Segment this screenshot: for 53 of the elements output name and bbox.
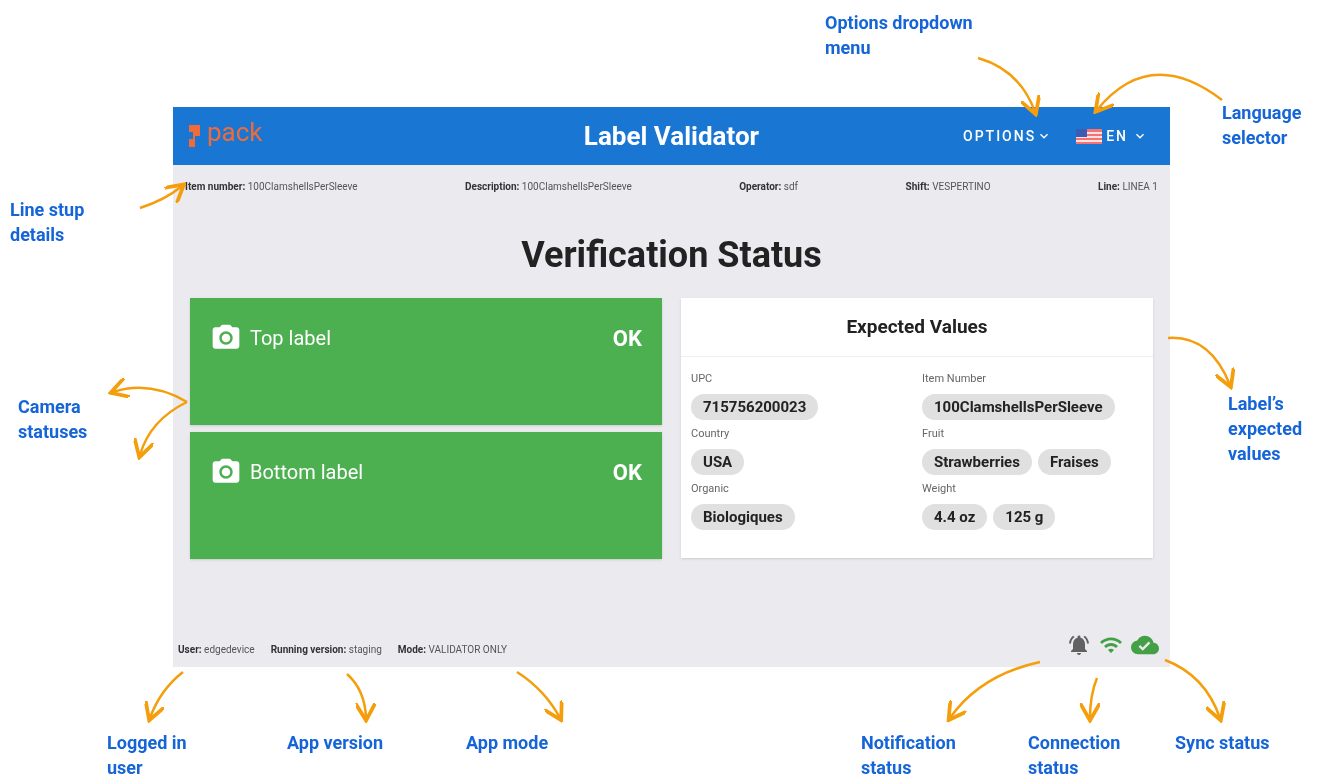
callout-arrow — [144, 671, 184, 723]
app-title: Label Validator — [583, 119, 760, 153]
annotation-label: Sync status — [1175, 731, 1271, 755]
callout-arrow — [139, 182, 186, 210]
line-detail: Item number: 100ClamshellsPerSleeve — [185, 179, 358, 194]
footer-info: Mode: VALIDATOR ONLY — [397, 643, 508, 657]
annotation-label: Notification status — [861, 731, 957, 776]
line-detail: Shift: VESPERTINO — [905, 179, 991, 194]
callout-arrow — [346, 673, 377, 723]
footer-info: Running version: staging — [270, 643, 382, 657]
camera-name: Bottom label — [250, 459, 364, 486]
line-detail: Line: LINEA 1 — [1098, 179, 1158, 194]
annotation-label: App version — [287, 731, 385, 755]
page-heading: Verification Status — [520, 233, 823, 278]
callout-arrow — [1164, 658, 1226, 723]
annotation-label: Line stup details — [10, 198, 86, 247]
field-label: Weight — [922, 481, 957, 497]
field-label: Fruit — [922, 426, 945, 442]
field-label: UPC — [691, 371, 714, 387]
annotation-label: Logged in user — [107, 731, 188, 776]
language-selector[interactable]: EN — [1076, 125, 1148, 147]
annotation-label: Label’s expected values — [1228, 392, 1304, 466]
field-label: Country — [691, 426, 731, 442]
value-chip: Strawberries — [922, 448, 1032, 475]
camera-status: OK — [612, 325, 642, 353]
value-chip: 4.4 oz — [922, 503, 988, 530]
line-detail: Description: 100ClamshellsPerSleeve — [465, 179, 632, 194]
card-title: Expected Values — [681, 298, 1153, 357]
annotation-label: Language selector — [1222, 101, 1303, 150]
camera-status: OK — [612, 459, 642, 487]
line-detail: Operator: sdf — [739, 179, 799, 194]
annotation-label: Camera statuses — [18, 395, 89, 444]
annotation-label: Connection status — [1028, 731, 1122, 776]
callout-arrow — [977, 56, 1041, 117]
value-chip: 715756200023 — [691, 393, 819, 420]
options-dropdown[interactable]: OPTIONS — [963, 125, 1053, 147]
camera-name: Top label — [250, 325, 331, 352]
field-label: Organic — [691, 481, 730, 497]
logo-text: pack — [207, 119, 263, 145]
annotation-label: App mode — [466, 731, 550, 755]
logo-icon — [187, 123, 203, 149]
annotation-label: Options dropdown menu — [825, 11, 974, 60]
flag-icon — [1076, 128, 1103, 144]
callout-arrow — [1167, 336, 1235, 390]
value-chip: 100ClamshellsPerSleeve — [922, 393, 1115, 420]
footer-info: User: edgedevice — [178, 643, 255, 657]
callout-arrow — [516, 670, 564, 723]
field-label: Item Number — [922, 371, 988, 387]
callout-arrow — [1078, 677, 1103, 723]
value-chip: Fraises — [1037, 448, 1111, 475]
value-chip: 125 g — [993, 503, 1056, 530]
value-chip: Biologiques — [691, 503, 795, 530]
value-chip: USA — [691, 448, 745, 475]
